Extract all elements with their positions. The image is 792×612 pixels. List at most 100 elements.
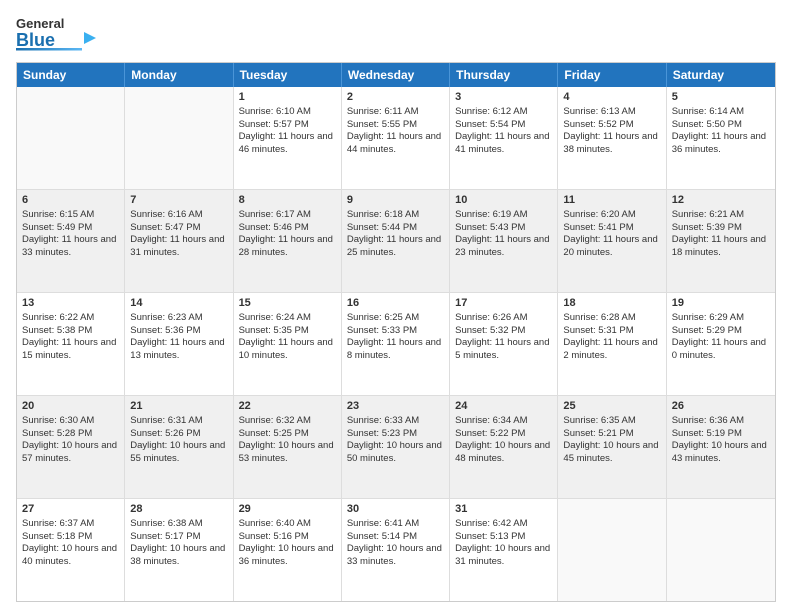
daylight-text: Daylight: 11 hours and 15 minutes. bbox=[22, 337, 116, 361]
day-number: 1 bbox=[239, 90, 336, 105]
calendar-cell: 21Sunrise: 6:31 AMSunset: 5:26 PMDayligh… bbox=[125, 396, 233, 498]
calendar-row: 1Sunrise: 6:10 AMSunset: 5:57 PMDaylight… bbox=[17, 87, 775, 189]
header: General Blue bbox=[16, 12, 776, 54]
calendar-cell: 6Sunrise: 6:15 AMSunset: 5:49 PMDaylight… bbox=[17, 190, 125, 292]
calendar-cell bbox=[667, 499, 775, 601]
day-number: 9 bbox=[347, 193, 444, 208]
day-of-week-header: Thursday bbox=[450, 63, 558, 87]
sunrise-text: Sunrise: 6:25 AM bbox=[347, 312, 419, 323]
calendar-cell: 4Sunrise: 6:13 AMSunset: 5:52 PMDaylight… bbox=[558, 87, 666, 189]
sunset-text: Sunset: 5:39 PM bbox=[672, 222, 742, 233]
day-number: 7 bbox=[130, 193, 227, 208]
day-number: 6 bbox=[22, 193, 119, 208]
daylight-text: Daylight: 10 hours and 48 minutes. bbox=[455, 440, 550, 464]
sunrise-text: Sunrise: 6:31 AM bbox=[130, 415, 202, 426]
sunrise-text: Sunrise: 6:17 AM bbox=[239, 209, 311, 220]
daylight-text: Daylight: 10 hours and 55 minutes. bbox=[130, 440, 225, 464]
sunrise-text: Sunrise: 6:34 AM bbox=[455, 415, 527, 426]
calendar-cell: 31Sunrise: 6:42 AMSunset: 5:13 PMDayligh… bbox=[450, 499, 558, 601]
day-number: 30 bbox=[347, 502, 444, 517]
sunrise-text: Sunrise: 6:36 AM bbox=[672, 415, 744, 426]
calendar-cell bbox=[17, 87, 125, 189]
calendar-cell: 12Sunrise: 6:21 AMSunset: 5:39 PMDayligh… bbox=[667, 190, 775, 292]
sunset-text: Sunset: 5:44 PM bbox=[347, 222, 417, 233]
calendar-cell: 25Sunrise: 6:35 AM Sunset: 5:21 PMDayligh… bbox=[558, 396, 666, 498]
daylight-text: Daylight: 11 hours and 46 minutes. bbox=[239, 131, 333, 155]
sunset-text: Sunset: 5:21 PM bbox=[563, 428, 633, 439]
daylight-text: Daylight: 11 hours and 23 minutes. bbox=[455, 234, 549, 258]
day-of-week-header: Friday bbox=[558, 63, 666, 87]
daylight-text: Daylight: 11 hours and 41 minutes. bbox=[455, 131, 549, 155]
day-of-week-header: Wednesday bbox=[342, 63, 450, 87]
sunset-text: Sunset: 5:32 PM bbox=[455, 325, 525, 336]
calendar-cell: 2Sunrise: 6:11 AMSunset: 5:55 PMDaylight… bbox=[342, 87, 450, 189]
daylight-text: Daylight: 11 hours and 36 minutes. bbox=[672, 131, 766, 155]
sunrise-text: Sunrise: 6:37 AM bbox=[22, 518, 94, 529]
sunrise-text: Sunrise: 6:18 AM bbox=[347, 209, 419, 220]
sunrise-text: Sunrise: 6:12 AM bbox=[455, 106, 527, 117]
sunrise-text: Sunrise: 6:26 AM bbox=[455, 312, 527, 323]
day-number: 4 bbox=[563, 90, 660, 105]
daylight-text: Daylight: 10 hours and 40 minutes. bbox=[22, 543, 117, 567]
daylight-text: Daylight: 11 hours and 10 minutes. bbox=[239, 337, 333, 361]
sunset-text: Sunset: 5:14 PM bbox=[347, 531, 417, 542]
sunset-text: Sunset: 5:52 PM bbox=[563, 119, 633, 130]
daylight-text: Daylight: 11 hours and 44 minutes. bbox=[347, 131, 441, 155]
day-number: 25 bbox=[563, 399, 660, 414]
day-number: 28 bbox=[130, 502, 227, 517]
sunset-text: Sunset: 5:43 PM bbox=[455, 222, 525, 233]
daylight-text: Daylight: 11 hours and 18 minutes. bbox=[672, 234, 766, 258]
calendar-cell: 9Sunrise: 6:18 AM Sunset: 5:44 PMDaylight… bbox=[342, 190, 450, 292]
daylight-text: Daylight: 11 hours and 25 minutes. bbox=[347, 234, 441, 258]
sunset-text: Sunset: 5:47 PM bbox=[130, 222, 200, 233]
sunrise-text: Sunrise: 6:29 AM bbox=[672, 312, 744, 323]
logo: General Blue bbox=[16, 12, 96, 54]
calendar-cell: 30Sunrise: 6:41 AMSunset: 5:14 PMDayligh… bbox=[342, 499, 450, 601]
daylight-text: Daylight: 10 hours and 50 minutes. bbox=[347, 440, 442, 464]
day-number: 29 bbox=[239, 502, 336, 517]
sunrise-text: Sunrise: 6:41 AM bbox=[347, 518, 419, 529]
calendar-cell bbox=[558, 499, 666, 601]
calendar-cell: 16Sunrise: 6:25 AMSunset: 5:33 PMDayligh… bbox=[342, 293, 450, 395]
daylight-text: Daylight: 11 hours and 5 minutes. bbox=[455, 337, 549, 361]
sunrise-text: Sunrise: 6:20 AM bbox=[563, 209, 635, 220]
sunset-text: Sunset: 5:13 PM bbox=[455, 531, 525, 542]
daylight-text: Daylight: 11 hours and 28 minutes. bbox=[239, 234, 333, 258]
sunset-text: Sunset: 5:36 PM bbox=[130, 325, 200, 336]
daylight-text: Daylight: 11 hours and 0 minutes. bbox=[672, 337, 766, 361]
sunrise-text: Sunrise: 6:35 AM bbox=[563, 415, 635, 426]
calendar-cell: 23Sunrise: 6:33 AMSunset: 5:23 PMDayligh… bbox=[342, 396, 450, 498]
calendar-row: 27Sunrise: 6:37 AMSunset: 5:18 PMDayligh… bbox=[17, 498, 775, 601]
day-number: 18 bbox=[563, 296, 660, 311]
day-number: 14 bbox=[130, 296, 227, 311]
sunset-text: Sunset: 5:33 PM bbox=[347, 325, 417, 336]
day-number: 10 bbox=[455, 193, 552, 208]
sunrise-text: Sunrise: 6:10 AM bbox=[239, 106, 311, 117]
sunset-text: Sunset: 5:57 PM bbox=[239, 119, 309, 130]
calendar-row: 13Sunrise: 6:22 AMSunset: 5:38 PMDayligh… bbox=[17, 292, 775, 395]
calendar-cell: 5Sunrise: 6:14 AMSunset: 5:50 PMDaylight… bbox=[667, 87, 775, 189]
sunrise-text: Sunrise: 6:38 AM bbox=[130, 518, 202, 529]
daylight-text: Daylight: 10 hours and 45 minutes. bbox=[563, 440, 658, 464]
sunrise-text: Sunrise: 6:23 AM bbox=[130, 312, 202, 323]
calendar-cell: 11Sunrise: 6:20 AMSunset: 5:41 PMDayligh… bbox=[558, 190, 666, 292]
day-number: 26 bbox=[672, 399, 770, 414]
day-number: 20 bbox=[22, 399, 119, 414]
day-number: 2 bbox=[347, 90, 444, 105]
sunrise-text: Sunrise: 6:21 AM bbox=[672, 209, 744, 220]
calendar-cell: 10Sunrise: 6:19 AM Sunset: 5:43 PMDayligh… bbox=[450, 190, 558, 292]
daylight-text: Daylight: 10 hours and 31 minutes. bbox=[455, 543, 550, 567]
sunrise-text: Sunrise: 6:32 AM bbox=[239, 415, 311, 426]
calendar-cell: 27Sunrise: 6:37 AMSunset: 5:18 PMDayligh… bbox=[17, 499, 125, 601]
sunrise-text: Sunrise: 6:28 AM bbox=[563, 312, 635, 323]
day-number: 15 bbox=[239, 296, 336, 311]
sunset-text: Sunset: 5:54 PM bbox=[455, 119, 525, 130]
sunrise-text: Sunrise: 6:15 AM bbox=[22, 209, 94, 220]
sunset-text: Sunset: 5:26 PM bbox=[130, 428, 200, 439]
day-number: 31 bbox=[455, 502, 552, 517]
calendar-cell: 19Sunrise: 6:29 AMSunset: 5:29 PMDayligh… bbox=[667, 293, 775, 395]
calendar-body: 1Sunrise: 6:10 AMSunset: 5:57 PMDaylight… bbox=[17, 87, 775, 601]
sunrise-text: Sunrise: 6:19 AM bbox=[455, 209, 527, 220]
day-number: 24 bbox=[455, 399, 552, 414]
day-of-week-header: Sunday bbox=[17, 63, 125, 87]
